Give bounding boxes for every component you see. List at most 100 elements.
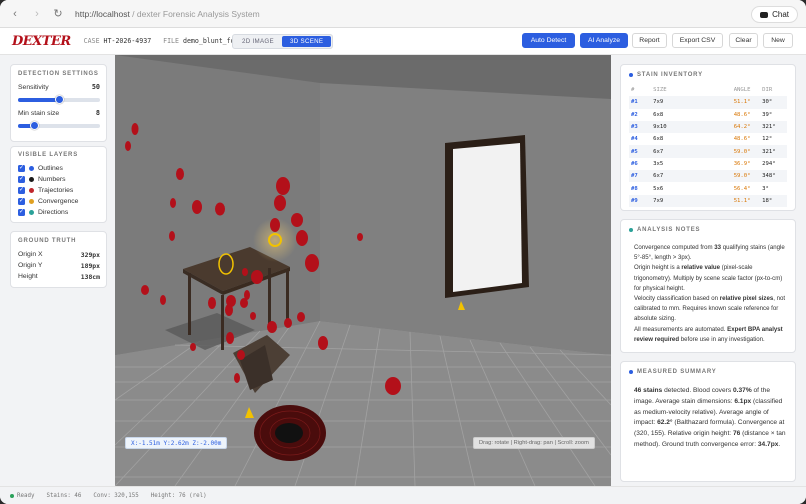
auto-detect-button[interactable]: Auto Detect [522, 33, 575, 48]
stain-angle: 51.1° [733, 99, 751, 106]
layer-label: Numbers [38, 176, 66, 183]
export-csv-button[interactable]: Export CSV [672, 33, 723, 48]
ground-truth-list: Origin X 329px Origin Y 189px Height 138cm [18, 249, 100, 282]
status-stains: Stains: 46 [46, 492, 82, 499]
address-bar[interactable]: http://localhost / dexter Forensic Analy… [75, 9, 260, 19]
viewport-controls-hint: Drag: rotate | Right-drag: pan | Scroll:… [473, 437, 595, 449]
note-origin-height: Origin height is a relative value (pixel… [634, 264, 783, 292]
ai-analyze-button[interactable]: AI Analyze [580, 33, 628, 48]
stain-size: 6x7 [653, 148, 664, 155]
layer-color-dot-icon [29, 188, 34, 193]
stain-id: #8 [631, 185, 638, 192]
stain-angle: 48.6° [733, 136, 751, 143]
col-size-header: SIZE [653, 87, 667, 94]
status-ready: Ready [10, 493, 34, 499]
stain-inventory-panel: STAIN INVENTORY # SIZE ANGLE DIR #1 7x9 51… [620, 64, 796, 211]
stain-dir: 18° [762, 197, 773, 204]
visible-layers-panel: VISIBLE LAYERS ✓ Outlines ✓ Numbers ✓ Traject… [10, 146, 107, 223]
ground-truth-label: Origin Y [18, 262, 43, 269]
chat-label: Chat [772, 10, 789, 19]
sensitivity-slider[interactable] [18, 95, 100, 104]
analysis-notes-body: Convergence computed from 33 qualifying … [634, 243, 789, 345]
stain-dir: 348° [762, 173, 776, 180]
tab-2d-image[interactable]: 2D IMAGE [234, 36, 282, 47]
stain-angle: 51.1° [733, 197, 751, 204]
layer-label: Outlines [38, 165, 63, 172]
forward-icon[interactable]: › [28, 5, 46, 23]
stain-id: #5 [631, 148, 638, 155]
stain-id: #7 [631, 173, 638, 180]
checkbox-checked-icon[interactable]: ✓ [18, 198, 25, 205]
stain-id: #6 [631, 160, 638, 167]
stain-row[interactable]: #8 5x6 56.4° 3° [629, 182, 787, 195]
col-dir-header: DIR [762, 87, 773, 94]
layer-label: Convergence [38, 198, 79, 205]
stain-table: # SIZE ANGLE DIR #1 7x9 51.1° 30° #2 6x8 48.6°… [629, 84, 787, 207]
stain-id: #2 [631, 111, 638, 118]
blood-pool [254, 405, 326, 461]
status-height: Height: 76 (rel) [150, 492, 207, 499]
stain-angle: 59.0° [733, 173, 751, 180]
stain-id: #9 [631, 197, 638, 204]
checkbox-checked-icon[interactable]: ✓ [18, 176, 25, 183]
checkbox-checked-icon[interactable]: ✓ [18, 165, 25, 172]
stain-id: #1 [631, 99, 638, 106]
layer-color-dot-icon [29, 166, 34, 171]
col-id-header: # [631, 87, 635, 94]
measured-summary-header: MEASURED SUMMARY [629, 369, 717, 375]
stain-row[interactable]: #6 3x5 36.9° 294° [629, 157, 787, 171]
file-label: FILE [163, 37, 179, 45]
col-angle-header: ANGLE [733, 87, 751, 94]
stain-dir: 12° [762, 136, 773, 143]
sensitivity-label: Sensitivity [18, 83, 49, 91]
clear-button[interactable]: Clear [729, 33, 758, 48]
stain-dir: 321° [762, 148, 776, 155]
url-separator: / [129, 8, 137, 19]
layer-toggle-numbers[interactable]: ✓ Numbers [18, 174, 102, 185]
stain-row[interactable]: #9 7x9 51.1° 18° [629, 194, 787, 207]
scene-3d-viewport[interactable]: X:-1.51m Y:2.62m Z:-2.00m Drag: rotate |… [115, 55, 611, 486]
measured-summary-panel: MEASURED SUMMARY 46 stains detected. Blo… [620, 361, 796, 482]
stain-size: 6x8 [653, 136, 664, 143]
stain-row[interactable]: #5 6x7 59.0° 321° [629, 145, 787, 158]
chat-bubble-icon [760, 11, 769, 18]
checkbox-checked-icon[interactable]: ✓ [18, 187, 25, 194]
stain-inventory-header: STAIN INVENTORY [629, 72, 703, 78]
layer-toggle-directions[interactable]: ✓ Directions [18, 207, 102, 218]
back-icon[interactable]: ‹ [6, 5, 24, 23]
measured-summary-body: 46 stains detected. Blood covers 0.37% o… [634, 387, 786, 448]
stain-angle: 64.2° [733, 124, 751, 131]
reload-icon[interactable]: ↻ [49, 5, 67, 23]
layer-toggle-trajectories[interactable]: ✓ Trajectories [18, 185, 102, 196]
layer-label: Directions [38, 209, 69, 216]
sensitivity-slider-handle[interactable] [54, 95, 64, 104]
min-size-slider[interactable] [18, 121, 100, 130]
ground-truth-title: GROUND TRUTH [18, 238, 77, 244]
detection-settings-panel: DETECTION SETTINGS Sensitivity 50 Min st… [10, 64, 107, 142]
section-dot-icon [629, 73, 633, 77]
case-label: CASE [83, 37, 100, 45]
stain-row[interactable]: #4 6x8 48.6° 12° [629, 133, 787, 146]
ground-truth-label: Origin X [18, 251, 43, 258]
stain-row[interactable]: #7 6x7 59.0° 348° [629, 170, 787, 183]
view-mode-toggle: 2D IMAGE 3D SCENE [232, 34, 334, 49]
ground-truth-value: 138cm [80, 272, 100, 281]
tab-3d-scene[interactable]: 3D SCENE [281, 36, 332, 47]
stain-id: #4 [631, 136, 638, 143]
min-size-slider-handle[interactable] [29, 121, 39, 130]
stain-row[interactable]: #2 6x8 48.6° 39° [629, 108, 787, 121]
layer-toggle-convergence[interactable]: ✓ Convergence [18, 196, 102, 207]
layer-toggle-outlines[interactable]: ✓ Outlines [18, 163, 102, 174]
stain-size: 6x8 [653, 111, 664, 118]
chat-button[interactable]: Chat [751, 6, 798, 23]
checkbox-checked-icon[interactable]: ✓ [18, 209, 25, 216]
app-window: ‹ › ↻ http://localhost / dexter Forensic… [0, 0, 806, 504]
report-button[interactable]: Report [632, 33, 667, 48]
section-dot-icon [629, 370, 633, 374]
scene-3d-canvas[interactable] [115, 55, 611, 486]
stain-row[interactable]: #3 9x10 64.2° 321° [629, 120, 787, 134]
new-button[interactable]: New [763, 33, 793, 48]
stain-row[interactable]: #1 7x9 51.1° 30° [629, 96, 787, 109]
stain-angle: 59.0° [733, 148, 751, 155]
url-host: http://localhost [75, 8, 130, 19]
